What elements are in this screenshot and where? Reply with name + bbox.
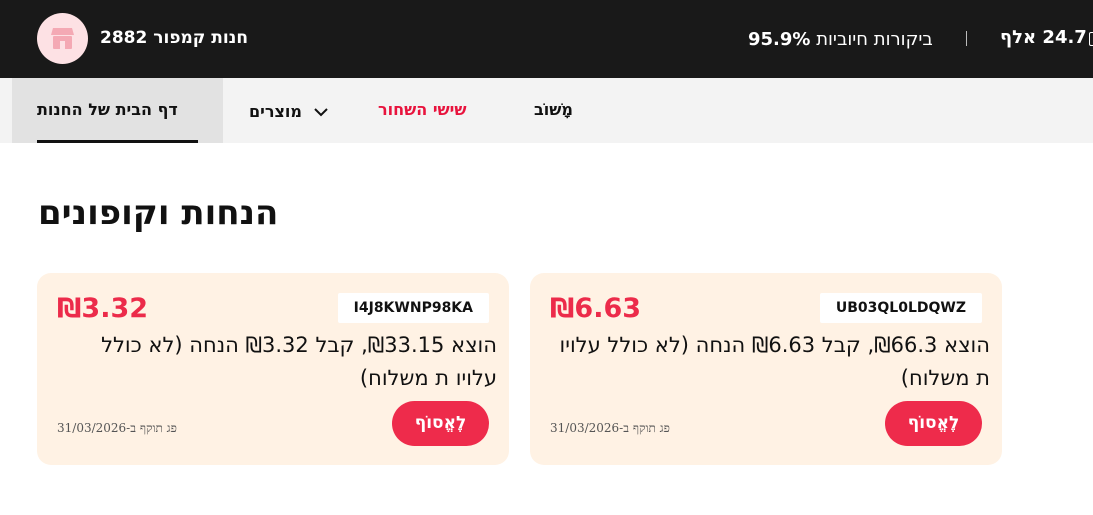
tab-feedback[interactable]: מָשׁוֹב (534, 100, 573, 119)
collect-coupon-button[interactable]: לֶאֱסוֹף (392, 401, 489, 446)
store-nav: דף הבית של החנות מוצרים שישי השחור מָשׁו… (0, 78, 1093, 143)
store-name[interactable]: חנות קמפור 2882 (100, 28, 248, 48)
coupon-amount: ₪3.32 (57, 293, 149, 324)
coupon-description: הוצא ₪66.3, קבל ₪6.63 הנחה (לא כולל עלוי… (559, 333, 990, 390)
coupon-description: הוצא ₪33.15, קבל ₪3.32 הנחה (לא כולל עלו… (101, 333, 497, 390)
reviews-label: ביקורות חיוביות (816, 29, 933, 50)
section-title: הנחות וקופונים (38, 193, 279, 233)
tab-products-label: מוצרים (249, 102, 302, 121)
coupon-code: I4J8KWNP98KA (337, 293, 489, 323)
active-tab-indicator (37, 140, 198, 143)
coupon-amount: ₪6.63 (550, 293, 642, 324)
chevron-down-icon (314, 108, 328, 117)
store-header: חנות קמפור 2882 ביקורות חיוביות 95.9% 24… (0, 0, 1093, 78)
collect-coupon-button[interactable]: לֶאֱסוֹף (885, 401, 982, 446)
positive-reviews-stat: ביקורות חיוביות 95.9% (748, 29, 933, 50)
followers-count: 24.7 אלף (1000, 27, 1087, 48)
store-icon (51, 28, 74, 49)
stat-divider (966, 31, 967, 46)
tab-store-home-label[interactable]: דף הבית של החנות (37, 100, 178, 119)
reviews-percentage: 95.9% (748, 29, 811, 50)
coupon-expiry: פג תוקף ב-31/03/2026 (57, 421, 177, 435)
coupon-card: ₪6.63 UB03QL0LDQWZ הוצא ₪66.3, קבל ₪6.63… (530, 273, 1002, 465)
coupon-expiry: פג תוקף ב-31/03/2026 (550, 421, 670, 435)
tab-black-friday[interactable]: שישי השחור (378, 100, 467, 119)
coupon-code: UB03QL0LDQWZ (819, 293, 982, 323)
coupon-card: ₪3.32 I4J8KWNP98KA הוצא ₪33.15, קבל ₪3.3… (37, 273, 509, 465)
store-avatar[interactable] (37, 13, 88, 64)
follow-icon[interactable] (1089, 32, 1093, 46)
